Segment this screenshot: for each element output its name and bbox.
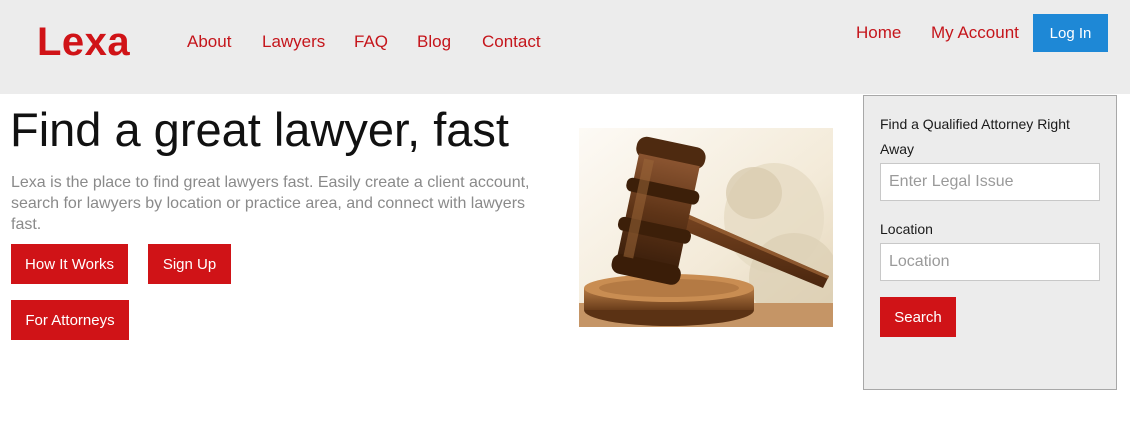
how-it-works-button[interactable]: How It Works: [11, 244, 128, 284]
legal-issue-input[interactable]: [880, 163, 1100, 201]
attorney-search-panel: Find a Qualified Attorney Right Away Loc…: [863, 95, 1117, 390]
nav-blog[interactable]: Blog: [417, 32, 451, 52]
nav-home[interactable]: Home: [856, 23, 901, 43]
nav-about[interactable]: About: [187, 32, 231, 52]
nav-lawyers[interactable]: Lawyers: [262, 32, 325, 52]
nav-faq[interactable]: FAQ: [354, 32, 388, 52]
hero-description: Lexa is the place to find great lawyers …: [11, 174, 530, 233]
nav-my-account[interactable]: My Account: [931, 23, 1019, 43]
location-input[interactable]: [880, 243, 1100, 281]
search-button[interactable]: Search: [880, 297, 956, 337]
nav-contact[interactable]: Contact: [482, 32, 541, 52]
search-panel-heading: Find a Qualified Attorney Right Away: [880, 116, 1070, 157]
location-label: Location: [880, 221, 933, 237]
logo[interactable]: Lexa: [37, 20, 130, 65]
page-title: Find a great lawyer, fast: [10, 103, 509, 156]
for-attorneys-button[interactable]: For Attorneys: [11, 300, 129, 340]
site-header: Lexa About Lawyers FAQ Blog Contact Home…: [0, 0, 1130, 94]
sign-up-button[interactable]: Sign Up: [148, 244, 231, 284]
login-button[interactable]: Log In: [1033, 14, 1108, 52]
gavel-image: [579, 128, 833, 327]
